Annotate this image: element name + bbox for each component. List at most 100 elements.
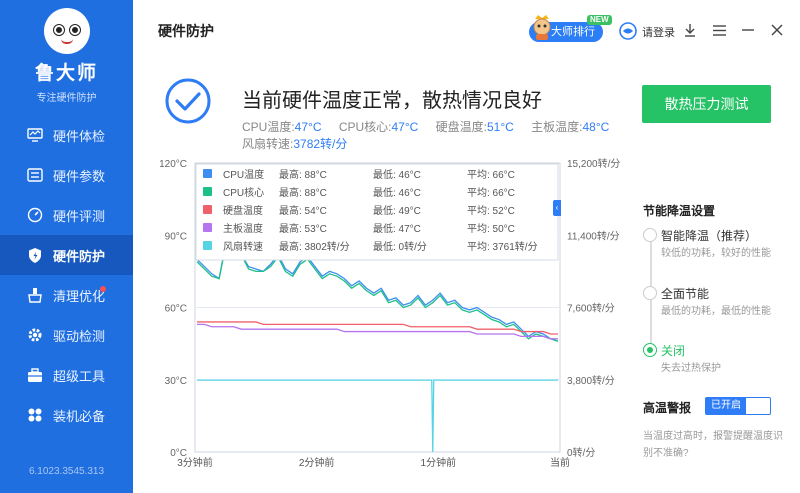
fan-speed-label: 风扇转速: <box>242 137 294 151</box>
cpu-temp-value: 47°C <box>294 120 322 134</box>
option-label: 关闭 <box>661 344 686 358</box>
sidebar: 鲁大师 专注硬件防护 硬件体检 硬件参数 硬件评测 硬件防护 清理优化 驱动检测… <box>0 0 133 493</box>
user-avatar-icon[interactable] <box>619 22 637 40</box>
option-label: 智能降温（推荐） <box>661 229 758 243</box>
close-icon[interactable] <box>767 20 787 40</box>
legend-name: CPU温度 <box>223 168 264 181</box>
legend-avg: 平均: 50°C <box>467 223 515 235</box>
sidebar-item-label: 硬件评测 <box>53 208 106 224</box>
option-label: 全面节能 <box>661 287 710 301</box>
alarm-description: 当温度过高时，报警提醒温度识别不准确? <box>643 431 783 459</box>
download-icon[interactable] <box>680 20 700 40</box>
gear-icon <box>26 326 44 344</box>
legend-swatch <box>203 169 212 178</box>
sidebar-item-essential-apps[interactable]: 装机必备 <box>0 395 133 435</box>
cooling-settings-title: 节能降温设置 <box>643 204 716 218</box>
option-desc: 最低的功耗，最低的性能 <box>661 306 771 317</box>
toolbox-icon <box>26 366 44 384</box>
option-desc: 失去过热保护 <box>661 363 721 374</box>
y-tick-label-right: 15,200转/分 <box>567 157 620 170</box>
shield-icon <box>26 246 44 264</box>
logo: 鲁大师 专注硬件防护 <box>0 8 133 104</box>
y-tick-label-left: 90°C <box>165 231 187 242</box>
high-temp-alarm-label: 高温警报 <box>643 401 692 415</box>
legend-avg: 平均: 66°C <box>467 187 515 199</box>
board-temp-value: 48°C <box>582 120 610 134</box>
x-tick-label: 3分钟前 <box>177 456 213 469</box>
high-temp-alarm-toggle[interactable]: 已开启 <box>705 397 771 415</box>
legend-swatch <box>203 187 212 196</box>
status-title: 当前硬件温度正常，散热情况良好 <box>242 90 542 112</box>
legend-swatch <box>203 205 212 214</box>
sidebar-item-driver-check[interactable]: 驱动检测 <box>0 315 133 355</box>
minimize-icon[interactable] <box>738 20 758 40</box>
sidebar-item-hardware-protection[interactable]: 硬件防护 <box>0 235 133 275</box>
x-tick-label: 当前 <box>550 456 570 469</box>
legend-name: 硬盘温度 <box>223 204 263 217</box>
sidebar-item-label: 硬件体检 <box>53 128 106 144</box>
notification-dot <box>100 286 106 292</box>
sidebar-item-label: 清理优化 <box>53 288 106 304</box>
monitor-icon <box>26 126 44 144</box>
cpu-temp-label: CPU温度: <box>242 120 295 134</box>
sidebar-item-label: 驱动检测 <box>53 328 106 344</box>
legend-max: 最高: 88°C <box>279 186 327 199</box>
version-text: 6.1023.3545.313 <box>28 466 105 477</box>
legend-min: 最低: 46°C <box>373 186 421 199</box>
legend-min: 最低: 47°C <box>373 222 421 235</box>
cooling-stress-test-button[interactable]: 散热压力测试 <box>642 85 771 123</box>
y-tick-label-right: 7,600转/分 <box>567 302 615 315</box>
sidebar-item-hardware-check[interactable]: 硬件体检 <box>0 115 133 155</box>
radio-button[interactable] <box>643 343 657 357</box>
legend-max: 最高: 53°C <box>279 222 327 235</box>
legend-name: 主板温度 <box>223 222 263 235</box>
sidebar-item-hardware-benchmark[interactable]: 硬件评测 <box>0 195 133 235</box>
title-bar: 硬件防护 大师排行 NEW 请登录 <box>133 0 800 62</box>
sidebar-item-label: 装机必备 <box>53 408 106 424</box>
y-tick-label-right: 11,400转/分 <box>567 229 620 242</box>
page-title: 硬件防护 <box>158 23 214 39</box>
y-tick-label-right: 3,800转/分 <box>567 374 615 387</box>
sidebar-item-hardware-params[interactable]: 硬件参数 <box>0 155 133 195</box>
new-badge: NEW <box>587 15 612 25</box>
radio-button[interactable] <box>643 228 657 242</box>
sidebar-item-cleanup[interactable]: 清理优化 <box>0 275 133 315</box>
gauge-icon <box>26 206 44 224</box>
sidebar-item-label: 硬件参数 <box>53 168 106 184</box>
board-temp-label: 主板温度: <box>531 120 583 134</box>
y-tick-label-left: 60°C <box>165 304 187 315</box>
legend-max: 最高: 54°C <box>279 204 327 217</box>
x-tick-label: 1分钟前 <box>421 456 457 469</box>
fan-speed-reading: 风扇转速:3782转/分 <box>242 135 361 152</box>
y-tick-label-left: 30°C <box>165 376 187 387</box>
temperature-readings: CPU温度:47°C CPU核心:47°C 硬盘温度:51°C 主板温度:48°… <box>242 118 623 135</box>
sidebar-item-super-tools[interactable]: 超级工具 <box>0 355 133 395</box>
check-circle-icon <box>165 78 211 124</box>
legend-avg: 平均: 52°C <box>467 205 515 217</box>
menu-icon[interactable] <box>709 20 729 40</box>
x-tick-label: 2分钟前 <box>299 456 335 469</box>
sidebar-item-label: 硬件防护 <box>53 248 106 264</box>
app-slogan: 专注硬件防护 <box>36 93 97 104</box>
legend-name: 风扇转速 <box>223 240 263 253</box>
fan-speed-value: 3782转/分 <box>293 137 348 151</box>
y-tick-label-right: 0转/分 <box>567 446 595 459</box>
legend-name: CPU核心 <box>223 186 264 199</box>
legend-swatch <box>203 223 212 232</box>
mascot-avatar-icon <box>533 15 551 40</box>
sidebar-item-label: 超级工具 <box>53 368 106 384</box>
option-desc: 较低的功耗，较好的性能 <box>661 248 771 259</box>
login-link[interactable]: 请登录 <box>642 24 675 40</box>
cpu-core-label: CPU核心: <box>338 120 392 134</box>
legend-max: 最高: 88°C <box>279 168 327 181</box>
legend-min: 最低: 49°C <box>373 204 421 217</box>
legend-swatch <box>203 241 212 250</box>
disk-temp-label: 硬盘温度: <box>435 120 487 134</box>
app-name: 鲁大师 <box>34 63 98 84</box>
radio-button[interactable] <box>643 286 657 300</box>
legend-collapse-icon[interactable]: ‹ <box>553 200 561 216</box>
legend-min: 最低: 0转/分 <box>373 240 427 253</box>
broom-icon <box>26 286 44 304</box>
y-tick-label-left: 120°C <box>160 159 187 170</box>
legend-avg: 平均: 66°C <box>467 169 515 181</box>
